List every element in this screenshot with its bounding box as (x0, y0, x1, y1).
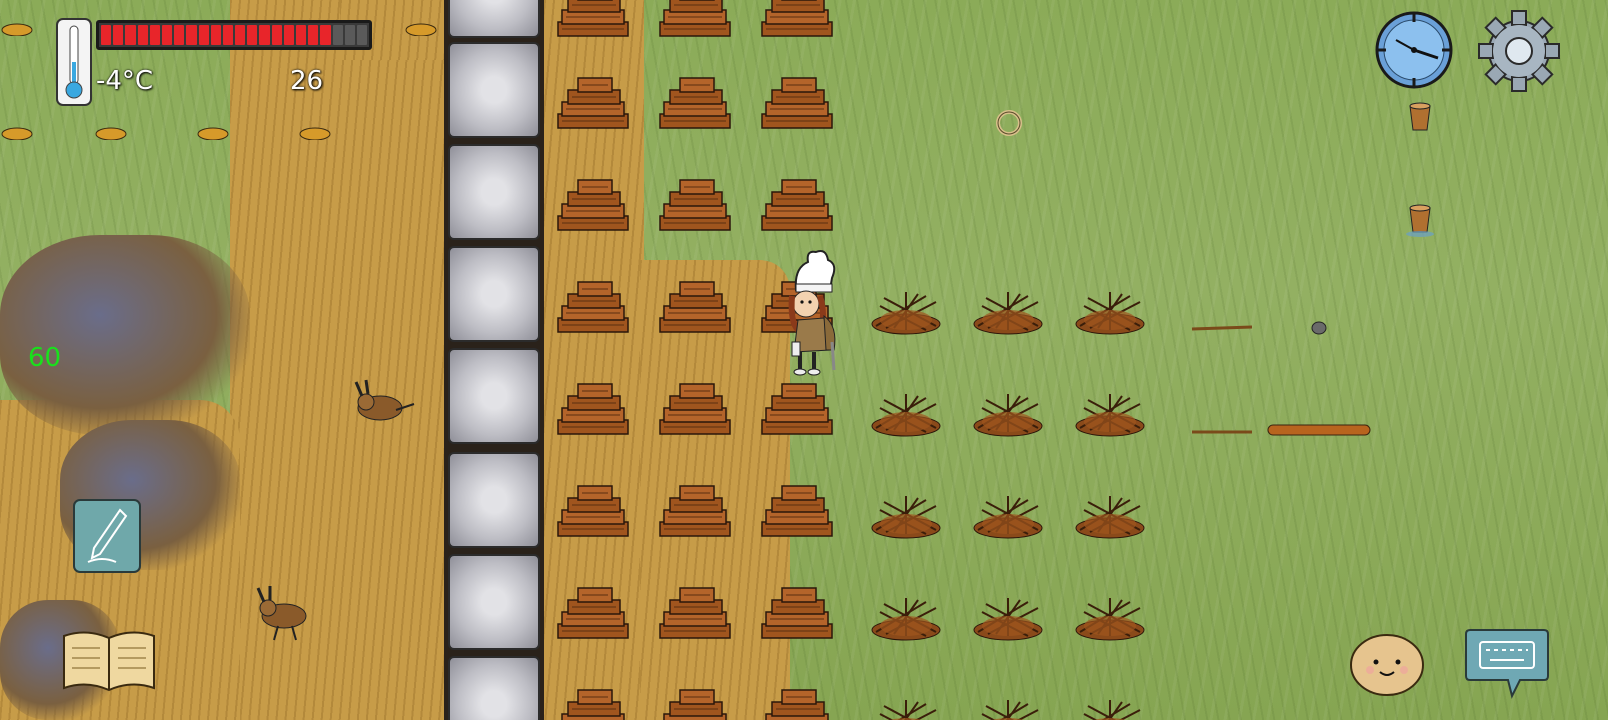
mound-icon[interactable] (298, 122, 332, 140)
kindling-icon[interactable] (968, 690, 1048, 720)
woodpile-icon[interactable] (554, 0, 632, 42)
open-book-icon[interactable] (60, 626, 158, 696)
mound-icon[interactable] (0, 18, 34, 36)
health-segment (210, 25, 221, 45)
health-segment (247, 25, 258, 45)
player-character[interactable] (776, 246, 846, 382)
kindling-icon[interactable] (968, 282, 1048, 338)
woodpile-icon[interactable] (554, 682, 632, 720)
stone-block[interactable] (448, 246, 540, 342)
woodpile-icon[interactable] (758, 70, 836, 134)
stone-block[interactable] (448, 144, 540, 240)
health-segment (198, 25, 209, 45)
log-icon[interactable] (1266, 422, 1372, 438)
stick-icon[interactable] (1190, 324, 1254, 332)
woodpile-icon[interactable] (656, 478, 734, 542)
woodpile-icon[interactable] (758, 580, 836, 644)
woodpile-icon[interactable] (656, 580, 734, 644)
mud-patch (0, 235, 250, 435)
woodpile-icon[interactable] (554, 478, 632, 542)
health-segment (320, 25, 331, 45)
woodpile-icon[interactable] (656, 682, 734, 720)
health-segment (344, 25, 355, 45)
health-segment (149, 25, 160, 45)
kindling-icon[interactable] (866, 486, 946, 542)
woodpile-icon[interactable] (656, 172, 734, 236)
pencil-note-icon[interactable] (72, 498, 142, 574)
stone-block[interactable] (448, 554, 540, 650)
kindling-icon[interactable] (968, 384, 1048, 440)
rabbit-icon[interactable] (352, 378, 422, 436)
health-segment (101, 25, 112, 45)
mound-icon[interactable] (94, 122, 128, 140)
woodpile-icon[interactable] (656, 70, 734, 134)
stone-block[interactable] (448, 42, 540, 138)
mound-icon[interactable] (0, 122, 34, 140)
woodpile-icon[interactable] (656, 376, 734, 440)
kindling-icon[interactable] (968, 588, 1048, 644)
water-bucket-icon[interactable] (1404, 202, 1436, 238)
stone-block[interactable] (448, 0, 540, 38)
stick-icon[interactable] (1190, 428, 1254, 436)
thermometer-icon (56, 18, 92, 106)
kindling-icon[interactable] (968, 486, 1048, 542)
kindling-icon[interactable] (866, 384, 946, 440)
mound-icon[interactable] (196, 122, 230, 140)
woodpile-icon[interactable] (554, 274, 632, 338)
woodpile-icon[interactable] (758, 478, 836, 542)
kindling-icon[interactable] (866, 282, 946, 338)
kindling-icon[interactable] (866, 588, 946, 644)
woodpile-icon[interactable] (656, 274, 734, 338)
health-segment (137, 25, 148, 45)
bucket-icon[interactable] (1406, 100, 1434, 132)
woodpile-icon[interactable] (758, 682, 836, 720)
health-segment (296, 25, 307, 45)
health-segment (332, 25, 343, 45)
compass-icon[interactable] (1374, 10, 1454, 90)
rabbit-icon[interactable] (252, 586, 322, 644)
gear-icon[interactable] (1476, 8, 1562, 94)
food-counter: 26 (290, 66, 324, 96)
health-segment (125, 25, 136, 45)
health-segment (259, 25, 270, 45)
health-segment (308, 25, 319, 45)
health-segment (186, 25, 197, 45)
stone-icon[interactable] (1310, 320, 1328, 336)
health-segment (161, 25, 173, 45)
kindling-icon[interactable] (1070, 486, 1150, 542)
stone-block[interactable] (448, 452, 540, 548)
health-segment (113, 25, 124, 45)
health-segment (283, 25, 294, 45)
rope-ring-icon[interactable] (994, 108, 1024, 138)
mound-icon[interactable] (404, 18, 438, 36)
kindling-icon[interactable] (866, 690, 946, 720)
health-segment (174, 25, 185, 45)
health-bar (96, 20, 372, 50)
game-world[interactable]: 60 (0, 0, 1608, 720)
woodpile-icon[interactable] (758, 172, 836, 236)
kindling-icon[interactable] (1070, 588, 1150, 644)
keyboard-chat-icon[interactable] (1464, 626, 1550, 700)
kindling-icon[interactable] (1070, 384, 1150, 440)
woodpile-icon[interactable] (554, 580, 632, 644)
woodpile-icon[interactable] (656, 0, 734, 42)
woodpile-icon[interactable] (758, 376, 836, 440)
kindling-icon[interactable] (1070, 282, 1150, 338)
potato-face-icon[interactable] (1348, 632, 1426, 698)
kindling-icon[interactable] (1070, 690, 1150, 720)
health-segment (222, 25, 234, 45)
fps-counter: 60 (28, 343, 62, 373)
woodpile-icon[interactable] (554, 172, 632, 236)
health-segment (271, 25, 282, 45)
health-segment (356, 25, 368, 45)
stone-block[interactable] (448, 348, 540, 444)
woodpile-icon[interactable] (554, 376, 632, 440)
stone-block[interactable] (448, 656, 540, 720)
woodpile-icon[interactable] (758, 0, 836, 42)
temperature-readout: -4°C (96, 66, 154, 96)
woodpile-icon[interactable] (554, 70, 632, 134)
health-segment (235, 25, 246, 45)
